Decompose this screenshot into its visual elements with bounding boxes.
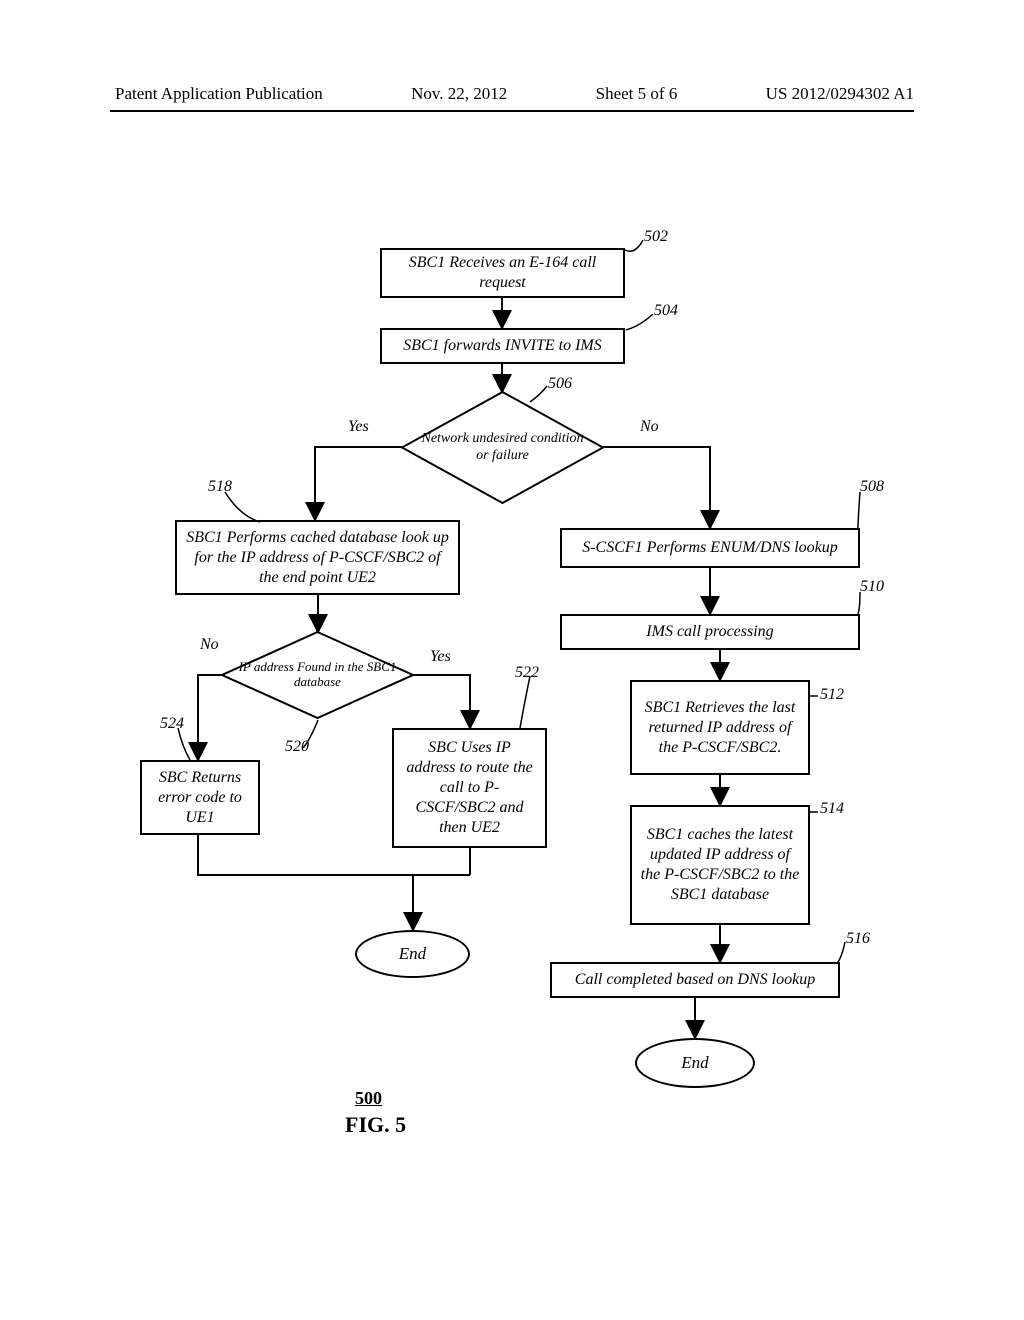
ref-504: 504 [654, 302, 678, 320]
decision-506: Network undesired condition or failure [400, 390, 605, 505]
ref-518: 518 [208, 478, 232, 496]
figure-caption: FIG. 5 [345, 1112, 406, 1138]
step-510-box: IMS call processing [560, 614, 860, 650]
step-516-box: Call completed based on DNS lookup [550, 962, 840, 998]
header-title: Patent Application Publication [115, 84, 323, 104]
label-yes-520: Yes [430, 648, 451, 666]
ref-516: 516 [846, 930, 870, 948]
label-no-520: No [200, 636, 219, 654]
ref-522: 522 [515, 664, 539, 682]
header-date: Nov. 22, 2012 [411, 84, 507, 104]
decision-506-text: Network undesired condition or failure [400, 431, 605, 463]
terminal-end-left: End [355, 930, 470, 978]
terminal-end-right: End [635, 1038, 755, 1088]
header-rule [110, 110, 914, 112]
decision-520: IP address Found in the SBC1 database [220, 630, 415, 720]
ref-508: 508 [860, 478, 884, 496]
step-524-box: SBC Returns error code to UE1 [140, 760, 260, 835]
label-no-506: No [640, 418, 659, 436]
step-518-box: SBC1 Performs cached database look up fo… [175, 520, 460, 595]
step-514-box: SBC1 caches the latest updated IP addres… [630, 805, 810, 925]
ref-512: 512 [820, 686, 844, 704]
step-512-box: SBC1 Retrieves the last returned IP addr… [630, 680, 810, 775]
ref-524: 524 [160, 715, 184, 733]
step-522-box: SBC Uses IP address to route the call to… [392, 728, 547, 848]
decision-520-text: IP address Found in the SBC1 database [220, 660, 415, 690]
header-pubno: US 2012/0294302 A1 [766, 84, 914, 104]
figure-number: 500 [355, 1088, 382, 1109]
ref-502: 502 [644, 228, 668, 246]
step-502-box: SBC1 Receives an E-164 call request [380, 248, 625, 298]
page-header: Patent Application Publication Nov. 22, … [0, 84, 1024, 104]
header-sheet: Sheet 5 of 6 [596, 84, 678, 104]
step-508-box: S-CSCF1 Performs ENUM/DNS lookup [560, 528, 860, 568]
ref-510: 510 [860, 578, 884, 596]
ref-520: 520 [285, 738, 309, 756]
flowchart-canvas: SBC1 Receives an E-164 call request 502 … [120, 230, 920, 1170]
step-504-box: SBC1 forwards INVITE to IMS [380, 328, 625, 364]
ref-514: 514 [820, 800, 844, 818]
label-yes-506: Yes [348, 418, 369, 436]
ref-506: 506 [548, 375, 572, 393]
